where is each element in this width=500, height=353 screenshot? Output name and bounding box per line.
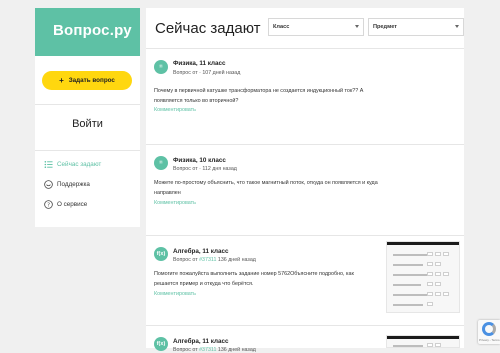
function-icon: f(x): [154, 337, 168, 351]
chevron-down-icon: [355, 25, 359, 28]
list-icon: [44, 160, 53, 169]
question-meta: Вопрос от · 112 дня назад: [173, 166, 237, 172]
question-text[interactable]: Помогите пожалуйста выполнить задание но…: [154, 270, 376, 289]
nav-item-support[interactable]: Поддержка: [44, 180, 90, 189]
question-image-thumbnail[interactable]: [386, 335, 460, 348]
chevron-down-icon: [455, 25, 459, 28]
help-icon: ?: [44, 200, 53, 209]
recaptcha-icon: [482, 322, 496, 336]
physics-icon: ⚛: [154, 156, 168, 170]
recaptcha-badge[interactable]: Privacy - Terms: [478, 320, 500, 344]
question-image-thumbnail[interactable]: [386, 241, 460, 313]
nav-item-label: Поддержка: [57, 181, 90, 188]
class-filter-label: Класс: [273, 24, 290, 30]
nav-item-label: Сейчас задают: [57, 161, 102, 168]
question-meta: Вопрос от · 107 дней назад: [173, 70, 241, 76]
question-subject: Физика, 11 класс: [173, 60, 226, 67]
comment-link[interactable]: Комментировать: [154, 200, 196, 206]
divider: [35, 104, 140, 105]
class-filter-select[interactable]: Класс: [268, 18, 364, 36]
comment-link[interactable]: Комментировать: [154, 107, 196, 113]
physics-icon: ⚛: [154, 60, 168, 74]
function-icon: f(x): [154, 247, 168, 261]
question-meta: Вопрос от #37311 136 дней назад: [173, 257, 256, 263]
question-card[interactable]: f(x) Алгебра, 11 класс Вопрос от #37311 …: [146, 325, 464, 353]
logo[interactable]: Вопрос.ру: [35, 8, 140, 56]
subject-filter-select[interactable]: Предмет: [368, 18, 464, 36]
question-text[interactable]: Почему в первичной катушке трансформатор…: [154, 87, 364, 106]
nav-item-now-asking[interactable]: Сейчас задают: [44, 160, 101, 169]
main-panel: Сейчас задают Класс Предмет ⚛ Физика, 11…: [146, 8, 464, 353]
divider: [35, 150, 140, 151]
nav-item-label: О сервисе: [57, 201, 88, 208]
question-card[interactable]: ⚛ Физика, 10 класс Вопрос от · 112 дня н…: [146, 144, 464, 235]
logo-text[interactable]: Вопрос.ру: [53, 22, 132, 39]
question-card[interactable]: ⚛ Физика, 11 класс Вопрос от · 107 дней …: [146, 48, 464, 144]
comment-link[interactable]: Комментировать: [154, 291, 196, 297]
support-icon: [44, 180, 53, 189]
question-subject: Алгебра, 11 класс: [173, 248, 229, 255]
recaptcha-text[interactable]: Privacy - Terms: [479, 338, 500, 342]
ask-question-label: Задать вопрос: [68, 77, 115, 84]
ask-question-button[interactable]: + Задать вопрос: [42, 71, 132, 90]
question-subject: Физика, 10 класс: [173, 157, 226, 164]
login-link[interactable]: Войти: [35, 118, 140, 130]
question-text[interactable]: Можете по-простому объяснить, что такое …: [154, 179, 379, 198]
svg-text:?: ?: [47, 203, 50, 209]
nav-item-about[interactable]: ? О сервисе: [44, 200, 87, 209]
subject-filter-label: Предмет: [373, 24, 398, 30]
plus-icon: +: [59, 76, 64, 85]
question-author-link[interactable]: #37311: [199, 257, 216, 263]
sidebar: Вопрос.ру + Задать вопрос Войти Сейчас з…: [35, 8, 140, 227]
question-card[interactable]: f(x) Алгебра, 11 класс Вопрос от #37311 …: [146, 235, 464, 325]
question-subject: Алгебра, 11 класс: [173, 338, 229, 345]
page-title: Сейчас задают: [155, 20, 261, 37]
